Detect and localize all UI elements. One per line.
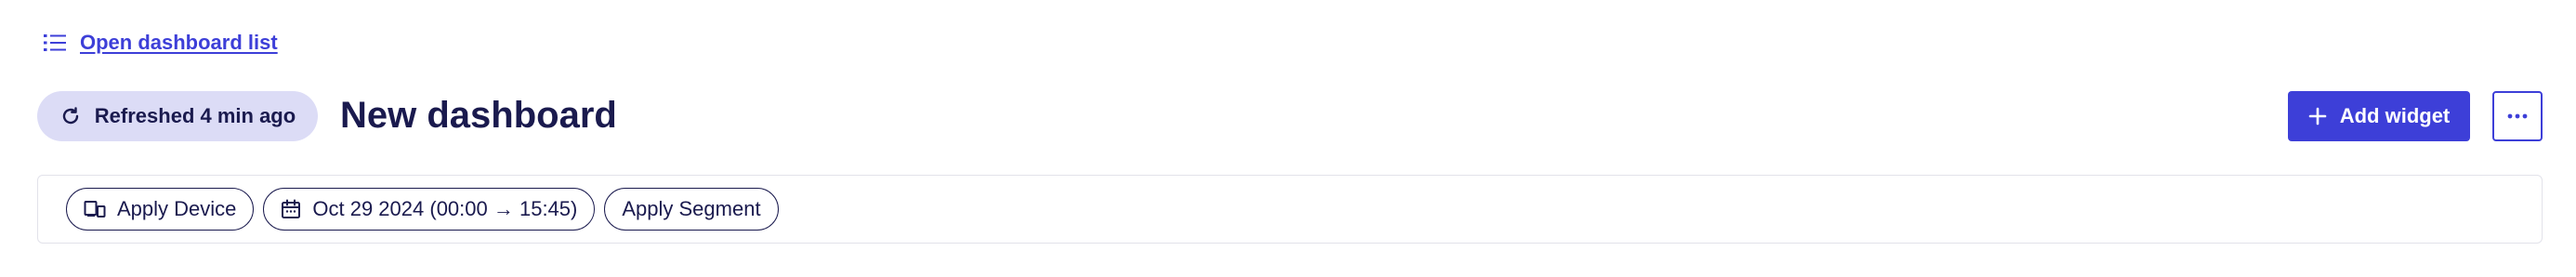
plus-icon (2308, 107, 2327, 125)
page-title: New dashboard (340, 95, 617, 136)
date-range-chip[interactable]: Oct 29 2024 (00:00 → 15:45) (263, 188, 596, 231)
date-range-label: Oct 29 2024 (00:00 → 15:45) (312, 197, 578, 220)
open-dashboard-list-label[interactable]: Open dashboard list (80, 31, 278, 55)
add-widget-label: Add widget (2339, 104, 2451, 127)
refresh-icon (59, 105, 82, 127)
calendar-icon (281, 199, 301, 219)
apply-segment-label: Apply Segment (622, 197, 761, 220)
filter-bar: Apply Device Oct 29 2024 (00:00 → 15:45)… (37, 175, 2543, 244)
open-dashboard-list-link[interactable]: Open dashboard list (43, 28, 278, 58)
apply-segment-chip[interactable]: Apply Segment (604, 188, 779, 231)
list-icon (43, 33, 67, 53)
apply-device-chip[interactable]: Apply Device (66, 188, 255, 231)
add-widget-button[interactable]: Add widget (2288, 91, 2470, 141)
apply-device-label: Apply Device (117, 197, 237, 220)
ellipsis-icon (2507, 113, 2528, 119)
more-options-button[interactable] (2492, 91, 2543, 141)
refresh-status-text: Refreshed 4 min ago (94, 104, 296, 127)
refresh-button[interactable]: Refreshed 4 min ago (37, 91, 318, 141)
devices-icon (84, 200, 106, 218)
